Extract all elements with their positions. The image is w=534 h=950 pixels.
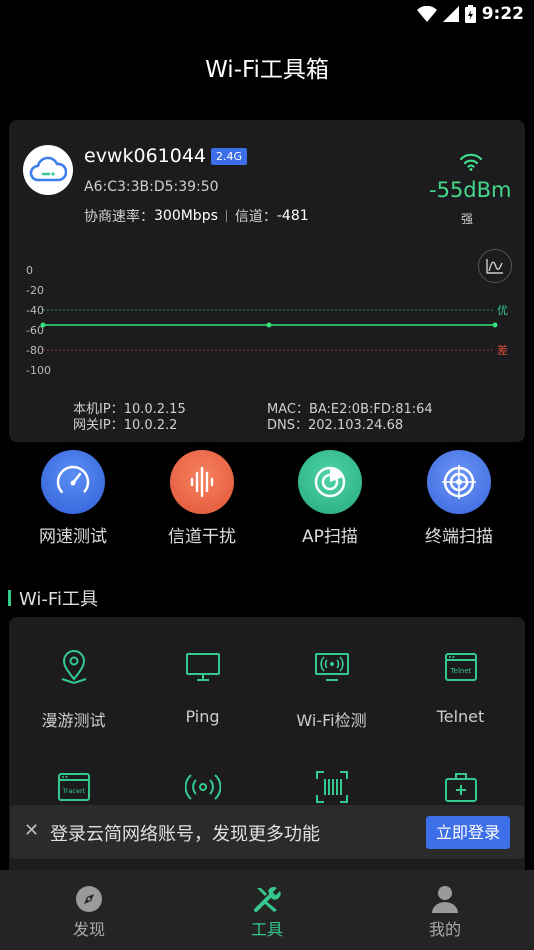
gateway-ip-label: 网关IP：: [73, 418, 124, 433]
gateway-ip-value: 10.0.2.2: [123, 418, 178, 433]
quick-tool-speed-test[interactable]: 网速测试: [18, 450, 128, 547]
radar-icon: [298, 450, 362, 514]
channel-label: 信道：: [234, 209, 277, 225]
wifi-info-card: evwk061044 2.4G A6:C3:3B:D5:39:50 协商速率： …: [9, 120, 525, 442]
section-header: Wi-Fi工具: [8, 585, 98, 611]
section-accent-bar: [8, 590, 11, 606]
monitor-icon: [183, 647, 223, 687]
quick-tool-label: 终端扫描: [425, 527, 493, 547]
nav-tab-mine[interactable]: 我的: [385, 884, 505, 940]
target-icon: [427, 450, 491, 514]
login-banner: ✕ 登录云简网络账号，发现更多功能 立即登录: [10, 805, 524, 859]
nav-tab-tools[interactable]: 工具: [207, 884, 327, 940]
divider: [225, 210, 227, 222]
user-icon: [430, 884, 460, 914]
signal-chart: 0-20-40-60-80-100优差: [26, 264, 508, 377]
section-title: Wi-Fi工具: [19, 589, 98, 610]
signal-strength: -55dBm: [429, 178, 512, 202]
broadcast-icon: [183, 767, 223, 807]
rate-value: 300Mbps: [154, 208, 218, 224]
bottom-nav: 发现 工具 我的: [0, 870, 534, 950]
tracert-icon-text: Tracert: [61, 787, 85, 795]
status-bar: 9:22: [0, 0, 534, 28]
tools-icon: [252, 884, 282, 914]
signal-data-point: [266, 322, 272, 328]
tool-label: Wi-Fi检测: [296, 711, 367, 730]
rate-label: 协商速率：: [84, 209, 154, 225]
wifi-signal-icon: [459, 153, 483, 171]
y-tick-label: -80: [26, 344, 44, 357]
tool-ping[interactable]: Ping: [138, 647, 267, 726]
login-banner-text: 登录云简网络账号，发现更多功能: [50, 824, 320, 845]
y-tick-label: -40: [26, 304, 44, 317]
tool-label: Ping: [185, 707, 220, 726]
rate-channel-row: 协商速率： 300Mbps 信道： -481: [84, 206, 309, 226]
speedometer-icon: [41, 450, 105, 514]
y-tick-label: 0: [26, 264, 33, 277]
quick-tool-label: 网速测试: [39, 527, 107, 547]
threshold-label: 优: [497, 304, 508, 317]
dns-label: DNS：: [267, 418, 308, 433]
tool-broadcast[interactable]: [138, 767, 267, 807]
barcode-scan-icon: [312, 767, 352, 807]
tool-label: Telnet: [436, 707, 485, 726]
quick-tool-label: AP扫描: [302, 527, 358, 547]
quick-tool-label: 信道干扰: [168, 527, 236, 547]
status-icons: 9:22: [416, 4, 524, 24]
tool-telnet[interactable]: Telnet Telnet: [396, 647, 525, 726]
battery-icon: [464, 5, 476, 23]
dns-value: 202.103.24.68: [308, 418, 404, 433]
cell-signal-icon: [442, 6, 459, 22]
telnet-window-icon: Telnet: [441, 647, 481, 687]
cloud-logo-icon: [23, 145, 73, 195]
tool-toolbox[interactable]: [396, 767, 525, 807]
tool-wifi-detect[interactable]: Wi-Fi检测: [267, 647, 396, 731]
tool-tracert[interactable]: Tracert: [9, 767, 138, 807]
wifi-detect-icon: [312, 647, 352, 687]
login-button[interactable]: 立即登录: [426, 816, 510, 849]
tracert-window-icon: Tracert: [54, 767, 94, 807]
threshold-label: 差: [497, 343, 508, 357]
telnet-icon-text: Telnet: [449, 667, 471, 675]
nav-label: 工具: [250, 920, 283, 939]
close-icon[interactable]: ✕: [24, 820, 39, 841]
dns-row: DNS：202.103.24.68: [267, 414, 403, 433]
y-tick-label: -100: [26, 364, 51, 377]
nav-label: 发现: [72, 920, 105, 939]
wifi-status-icon: [416, 6, 437, 22]
waveform-icon: [170, 450, 234, 514]
signal-quality: 强: [461, 212, 474, 226]
toolbox-icon: [441, 767, 481, 807]
quick-tool-channel-interference[interactable]: 信道干扰: [147, 450, 257, 547]
gateway-ip-row: 网关IP：10.0.2.2: [73, 414, 177, 433]
tool-roaming-test[interactable]: 漫游测试: [9, 647, 138, 731]
page-title: Wi-Fi工具箱: [205, 57, 329, 83]
tool-label: 漫游测试: [41, 711, 106, 730]
y-tick-label: -20: [26, 284, 44, 297]
tool-barcode-scan[interactable]: [267, 767, 396, 807]
quick-tool-terminal-scan[interactable]: 终端扫描: [404, 450, 514, 547]
wifi-bssid: A6:C3:3B:D5:39:50: [84, 179, 219, 195]
band-badge: 2.4G: [211, 148, 248, 165]
signal-data-point: [40, 322, 46, 328]
wifi-ssid: evwk061044: [84, 145, 207, 167]
location-pin-icon: [54, 647, 94, 687]
channel-value: -481: [276, 208, 309, 224]
nav-label: 我的: [428, 920, 461, 939]
quick-tool-ap-scan[interactable]: AP扫描: [275, 450, 385, 547]
nav-tab-discover[interactable]: 发现: [29, 884, 149, 940]
status-time: 9:22: [481, 4, 524, 24]
compass-icon: [74, 884, 104, 914]
signal-data-point: [492, 322, 498, 328]
